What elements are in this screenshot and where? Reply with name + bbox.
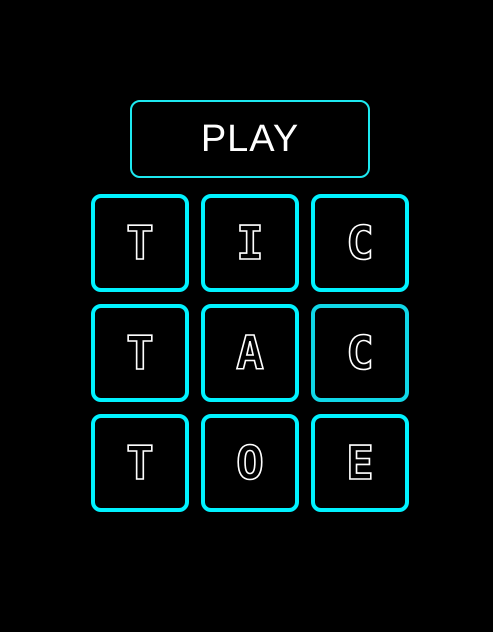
board-cell[interactable]: C bbox=[311, 194, 409, 292]
board-cell[interactable]: O bbox=[201, 414, 299, 512]
board-cell[interactable]: T bbox=[91, 304, 189, 402]
board-cell[interactable]: T bbox=[91, 414, 189, 512]
board-cell[interactable]: T bbox=[91, 194, 189, 292]
play-button[interactable]: PLAY bbox=[130, 100, 370, 178]
board-cell[interactable]: I bbox=[201, 194, 299, 292]
board-cell[interactable]: E bbox=[311, 414, 409, 512]
board-cell[interactable]: A bbox=[201, 304, 299, 402]
board-cell[interactable]: C bbox=[311, 304, 409, 402]
game-board: T I C T A C T O E bbox=[91, 194, 409, 512]
